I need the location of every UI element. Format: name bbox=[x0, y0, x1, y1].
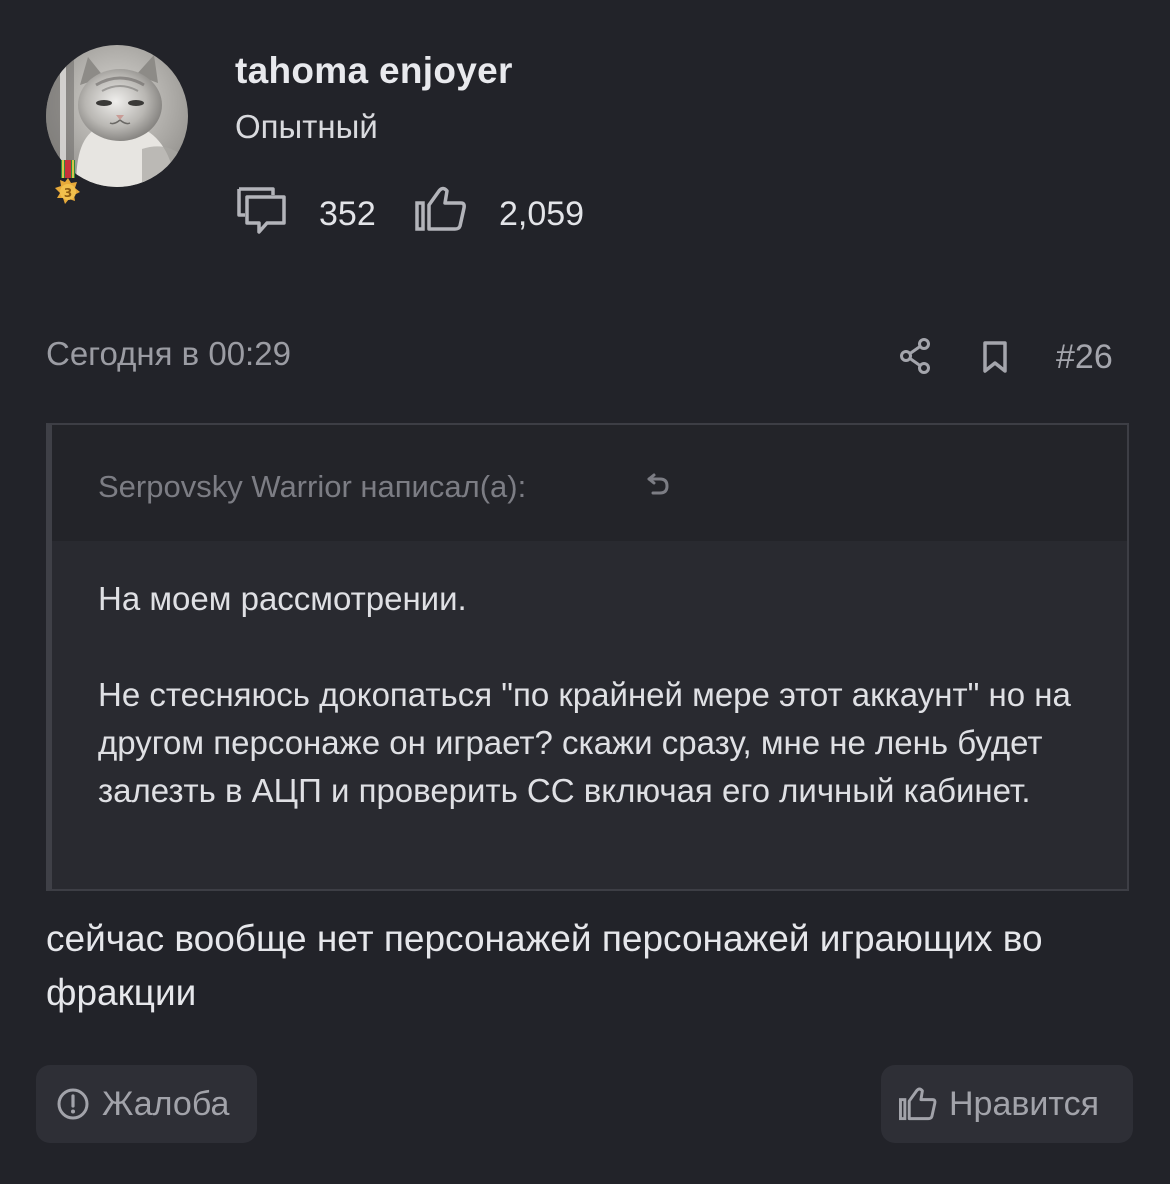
report-label: Жалоба bbox=[102, 1084, 230, 1123]
messages-count: 352 bbox=[319, 195, 376, 233]
medal-icon: 3 bbox=[52, 158, 84, 218]
like-button[interactable]: Нравится bbox=[881, 1065, 1133, 1143]
quote-paragraph: Не стесняюсь докопаться "по крайней мере… bbox=[98, 676, 1071, 809]
share-icon[interactable] bbox=[898, 337, 934, 375]
user-rank: Опытный bbox=[235, 108, 378, 145]
post-date[interactable]: Сегодня в 00:29 bbox=[46, 335, 291, 373]
forum-post: 3 tahoma enjoyer Опытный 352 2,059 Сегод… bbox=[0, 0, 1170, 1184]
exclamation-circle-icon bbox=[57, 1088, 89, 1120]
reactions-count: 2,059 bbox=[499, 195, 585, 233]
quote-paragraph: На моем рассмотрении. bbox=[98, 580, 467, 617]
like-label: Нравится bbox=[949, 1084, 1100, 1123]
speech-bubbles-icon bbox=[237, 187, 286, 234]
username[interactable]: tahoma enjoyer bbox=[235, 50, 513, 92]
quote-content: На моем рассмотрении. Не стесняюсь докоп… bbox=[52, 541, 1127, 815]
report-button[interactable]: Жалоба bbox=[36, 1065, 257, 1143]
quote-block: Serpovsky Warrior написал(а): На моем ра… bbox=[46, 423, 1129, 891]
thumbs-up-icon bbox=[899, 1087, 937, 1121]
thumbs-up-icon bbox=[415, 186, 466, 231]
bookmark-icon[interactable] bbox=[980, 340, 1010, 374]
post-message: сейчас вообще нет персонажей персонажей … bbox=[46, 918, 1043, 1013]
medal-level: 3 bbox=[64, 186, 72, 200]
jump-to-quote-icon[interactable] bbox=[644, 467, 672, 501]
post-number[interactable]: #26 bbox=[1056, 338, 1113, 377]
quote-author[interactable]: Serpovsky Warrior написал(а): bbox=[98, 469, 526, 505]
quote-header: Serpovsky Warrior написал(а): bbox=[52, 425, 1127, 541]
